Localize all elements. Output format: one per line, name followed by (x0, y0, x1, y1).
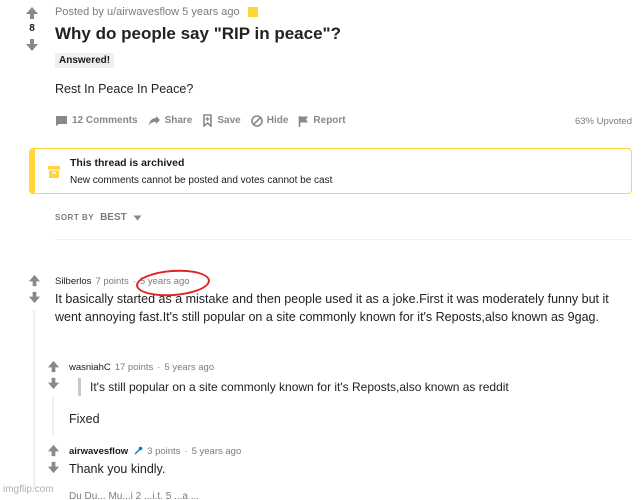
microphone-icon (134, 446, 143, 455)
report-button[interactable]: Report (298, 115, 346, 127)
comment-meta: airwavesflow 3 points · 5 years ago (69, 446, 241, 457)
comment-meta: wasniahC 17 points · 5 years ago (69, 362, 214, 373)
upvote-arrow-icon[interactable] (28, 274, 41, 287)
downvote-arrow-icon[interactable] (25, 38, 39, 52)
imgflip-watermark: imgflip.com (3, 484, 54, 495)
sort-value: BEST (100, 212, 127, 223)
share-label: Share (164, 115, 193, 126)
comment-vote-column (27, 274, 41, 304)
sort-dropdown[interactable]: SORT BY BEST (55, 212, 142, 223)
archived-stripe (30, 149, 35, 193)
cutoff-comment-meta: Du Du... Mu...i 2 ...i.t. 5 ...a ... (69, 491, 200, 500)
comments-label: 12 Comments (72, 115, 138, 126)
post-flair[interactable]: Answered! (55, 53, 115, 68)
flag-icon (299, 115, 309, 127)
comment-separator: · (184, 446, 188, 457)
thread-line[interactable] (33, 310, 35, 490)
hide-label: Hide (266, 115, 289, 126)
post-author-line[interactable]: Posted by u/airwavesflow 5 years ago (55, 6, 240, 18)
comment-author-op[interactable]: airwavesflow (69, 446, 128, 457)
comment-text: It basically started as a mistake and th… (55, 292, 609, 324)
comment-vote-column (46, 444, 60, 474)
post-meta: Posted by u/airwavesflow 5 years ago (55, 6, 258, 18)
downvote-arrow-icon[interactable] (28, 291, 41, 304)
save-button[interactable]: Save (202, 114, 241, 127)
archived-title: This thread is archived (70, 157, 185, 169)
comment-time[interactable]: 5 years ago (164, 362, 214, 373)
hide-button[interactable]: Hide (250, 114, 289, 127)
share-icon (148, 115, 160, 126)
archive-box-icon (48, 166, 60, 178)
archived-notice: This thread is archived New comments can… (29, 148, 632, 194)
comments-divider (55, 239, 632, 240)
comment-vote-column (46, 360, 60, 390)
hide-icon (250, 114, 263, 127)
upvote-arrow-icon[interactable] (25, 6, 39, 20)
sort-label: SORT BY (55, 213, 95, 222)
comment-author[interactable]: Silberlos (55, 276, 91, 287)
archived-badge-icon (247, 7, 258, 17)
comment-points: 17 points (114, 362, 154, 373)
comments-button[interactable]: 12 Comments (55, 115, 138, 127)
comment-points: 7 points (95, 276, 129, 287)
archived-subtitle: New comments cannot be posted and votes … (70, 175, 333, 186)
comment-text: Fixed (69, 412, 100, 426)
downvote-arrow-icon[interactable] (47, 461, 60, 474)
bookmark-icon (203, 114, 213, 127)
save-label: Save (217, 115, 241, 126)
upvote-arrow-icon[interactable] (47, 444, 60, 457)
share-button[interactable]: Share (148, 115, 193, 127)
comment-quote: It's still popular on a site commonly kn… (78, 378, 509, 396)
downvote-arrow-icon[interactable] (47, 377, 60, 390)
upvoted-ratio: 63% Upvoted (574, 116, 632, 127)
post-vote-column: 8 (22, 6, 42, 52)
comment-icon (56, 115, 67, 126)
comment-separator: · (157, 362, 161, 373)
post-body: Rest In Peace In Peace? (55, 82, 194, 96)
post-actions: 12 Comments Share Save Hide Report (55, 114, 346, 127)
comment-time[interactable]: 5 years ago (192, 446, 242, 457)
post-title[interactable]: Why do people say "RIP in peace"? (55, 24, 341, 44)
report-label: Report (313, 115, 346, 126)
comment-author[interactable]: wasniahC (69, 362, 111, 373)
caret-down-icon (133, 215, 142, 220)
post-score: 8 (29, 23, 35, 34)
comment-text: Thank you kindly. (69, 462, 166, 476)
comment-points: 3 points (147, 446, 181, 457)
thread-line[interactable] (52, 396, 54, 436)
upvote-arrow-icon[interactable] (47, 360, 60, 373)
